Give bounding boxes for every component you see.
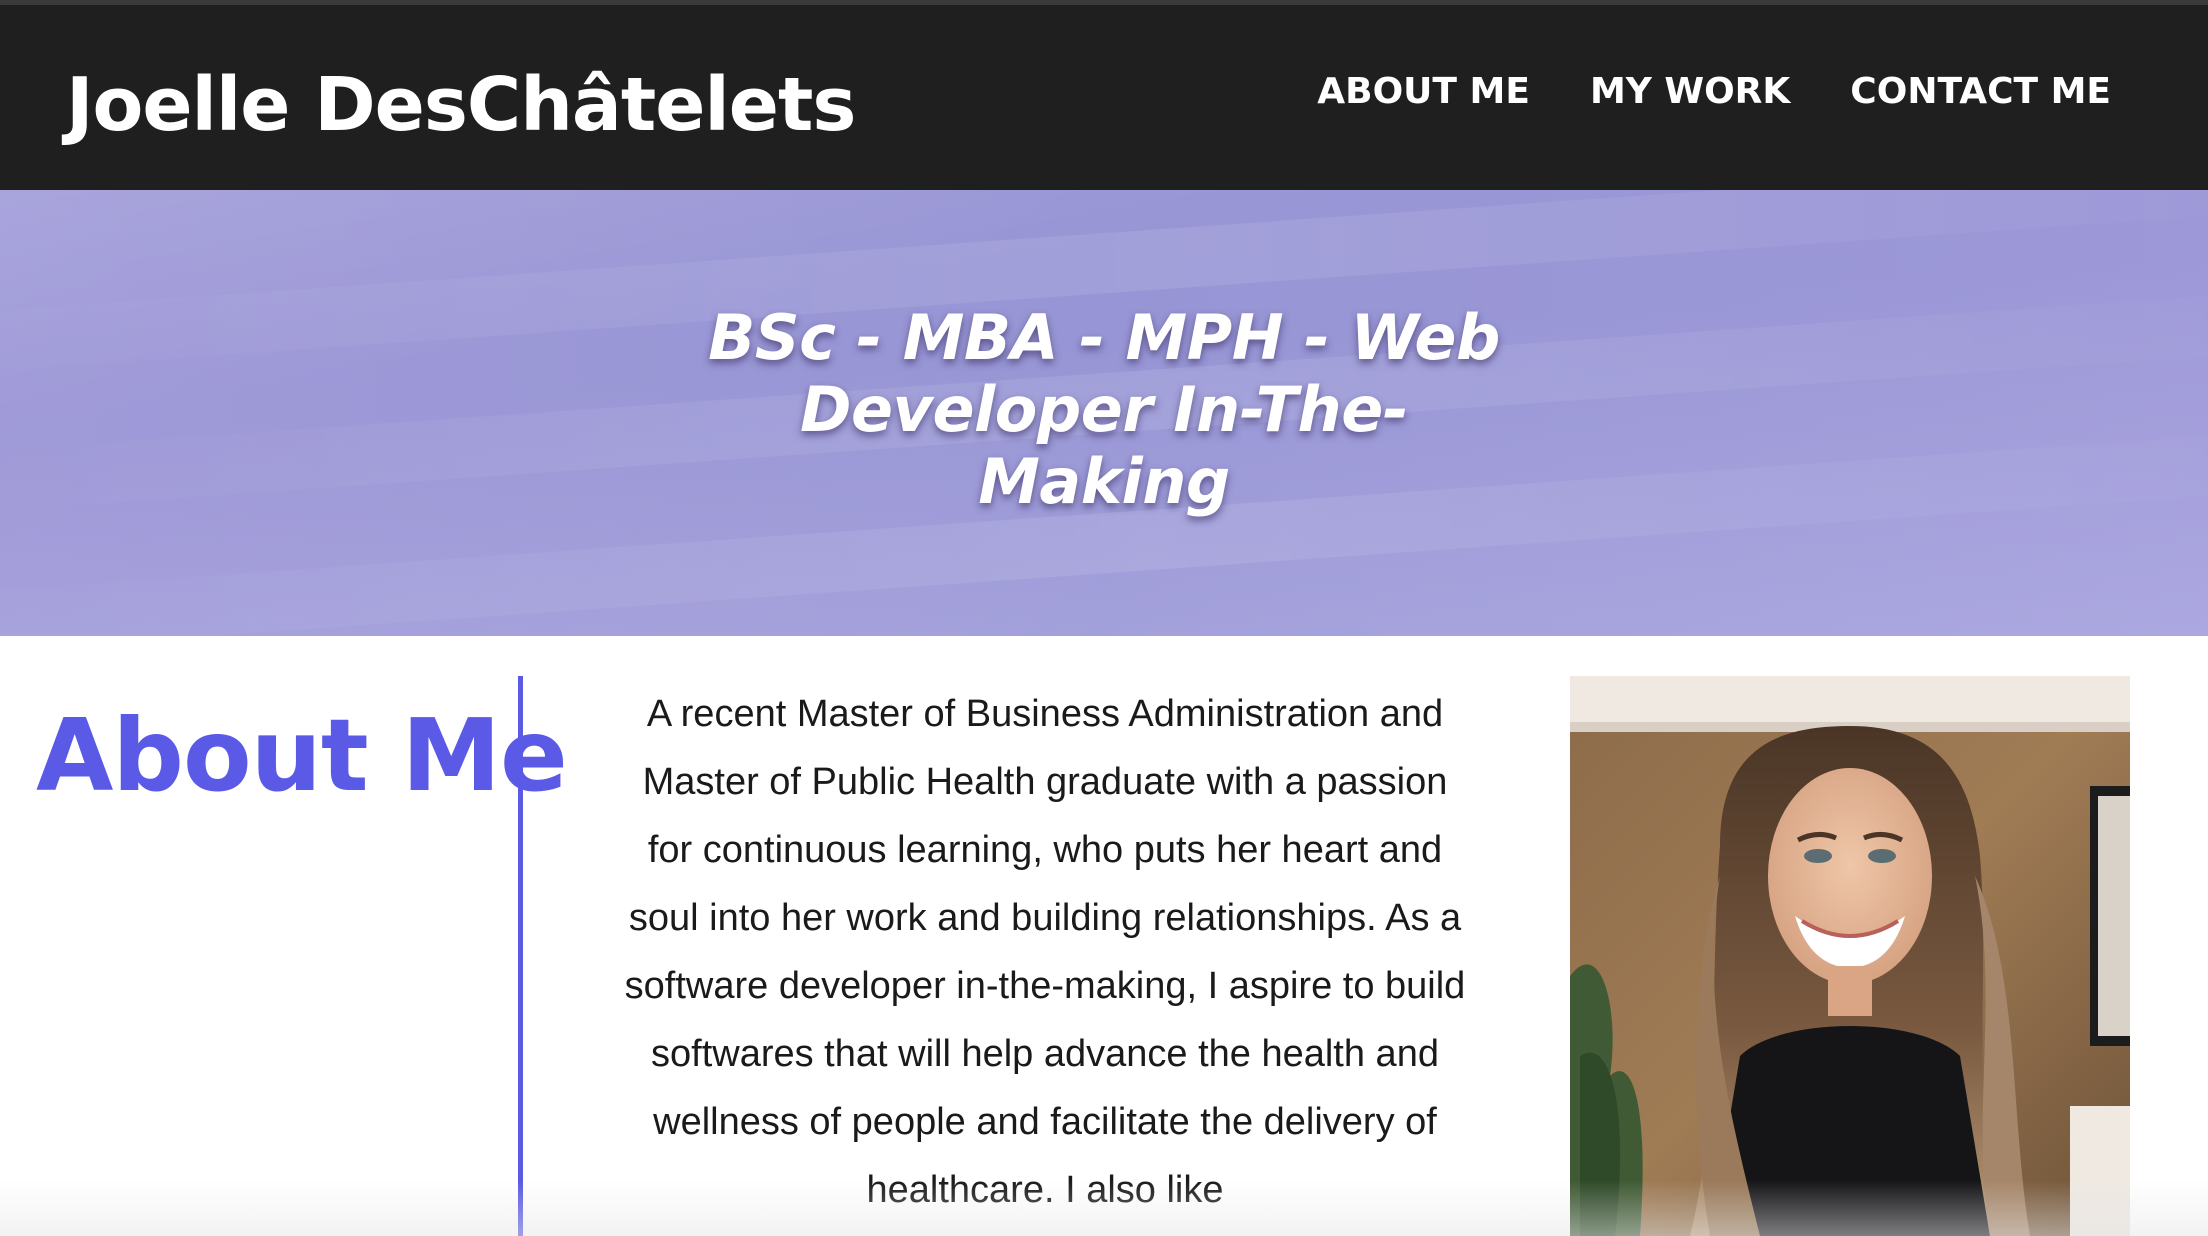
section-divider [518,676,523,1236]
hero-banner: BSc - MBA - MPH - Web Developer In-The-M… [0,190,2208,636]
about-body-text: A recent Master of Business Administrati… [624,693,1466,1211]
nav-contact-me[interactable]: CONTACT ME [1850,71,2111,112]
page: Joelle DesChâtelets ABOUT ME MY WORK CON… [0,0,2208,1236]
nav-about-me[interactable]: ABOUT ME [1317,71,1530,112]
site-header: Joelle DesChâtelets ABOUT ME MY WORK CON… [0,5,2208,190]
main-nav: ABOUT ME MY WORK CONTACT ME [1317,61,2111,121]
nav-my-work[interactable]: MY WORK [1590,71,1790,112]
site-brand[interactable]: Joelle DesChâtelets [66,59,856,151]
profile-photo [1570,676,2130,1236]
about-heading: About Me [36,697,568,814]
hero-tagline: BSc - MBA - MPH - Web Developer In-The-M… [708,301,1500,518]
